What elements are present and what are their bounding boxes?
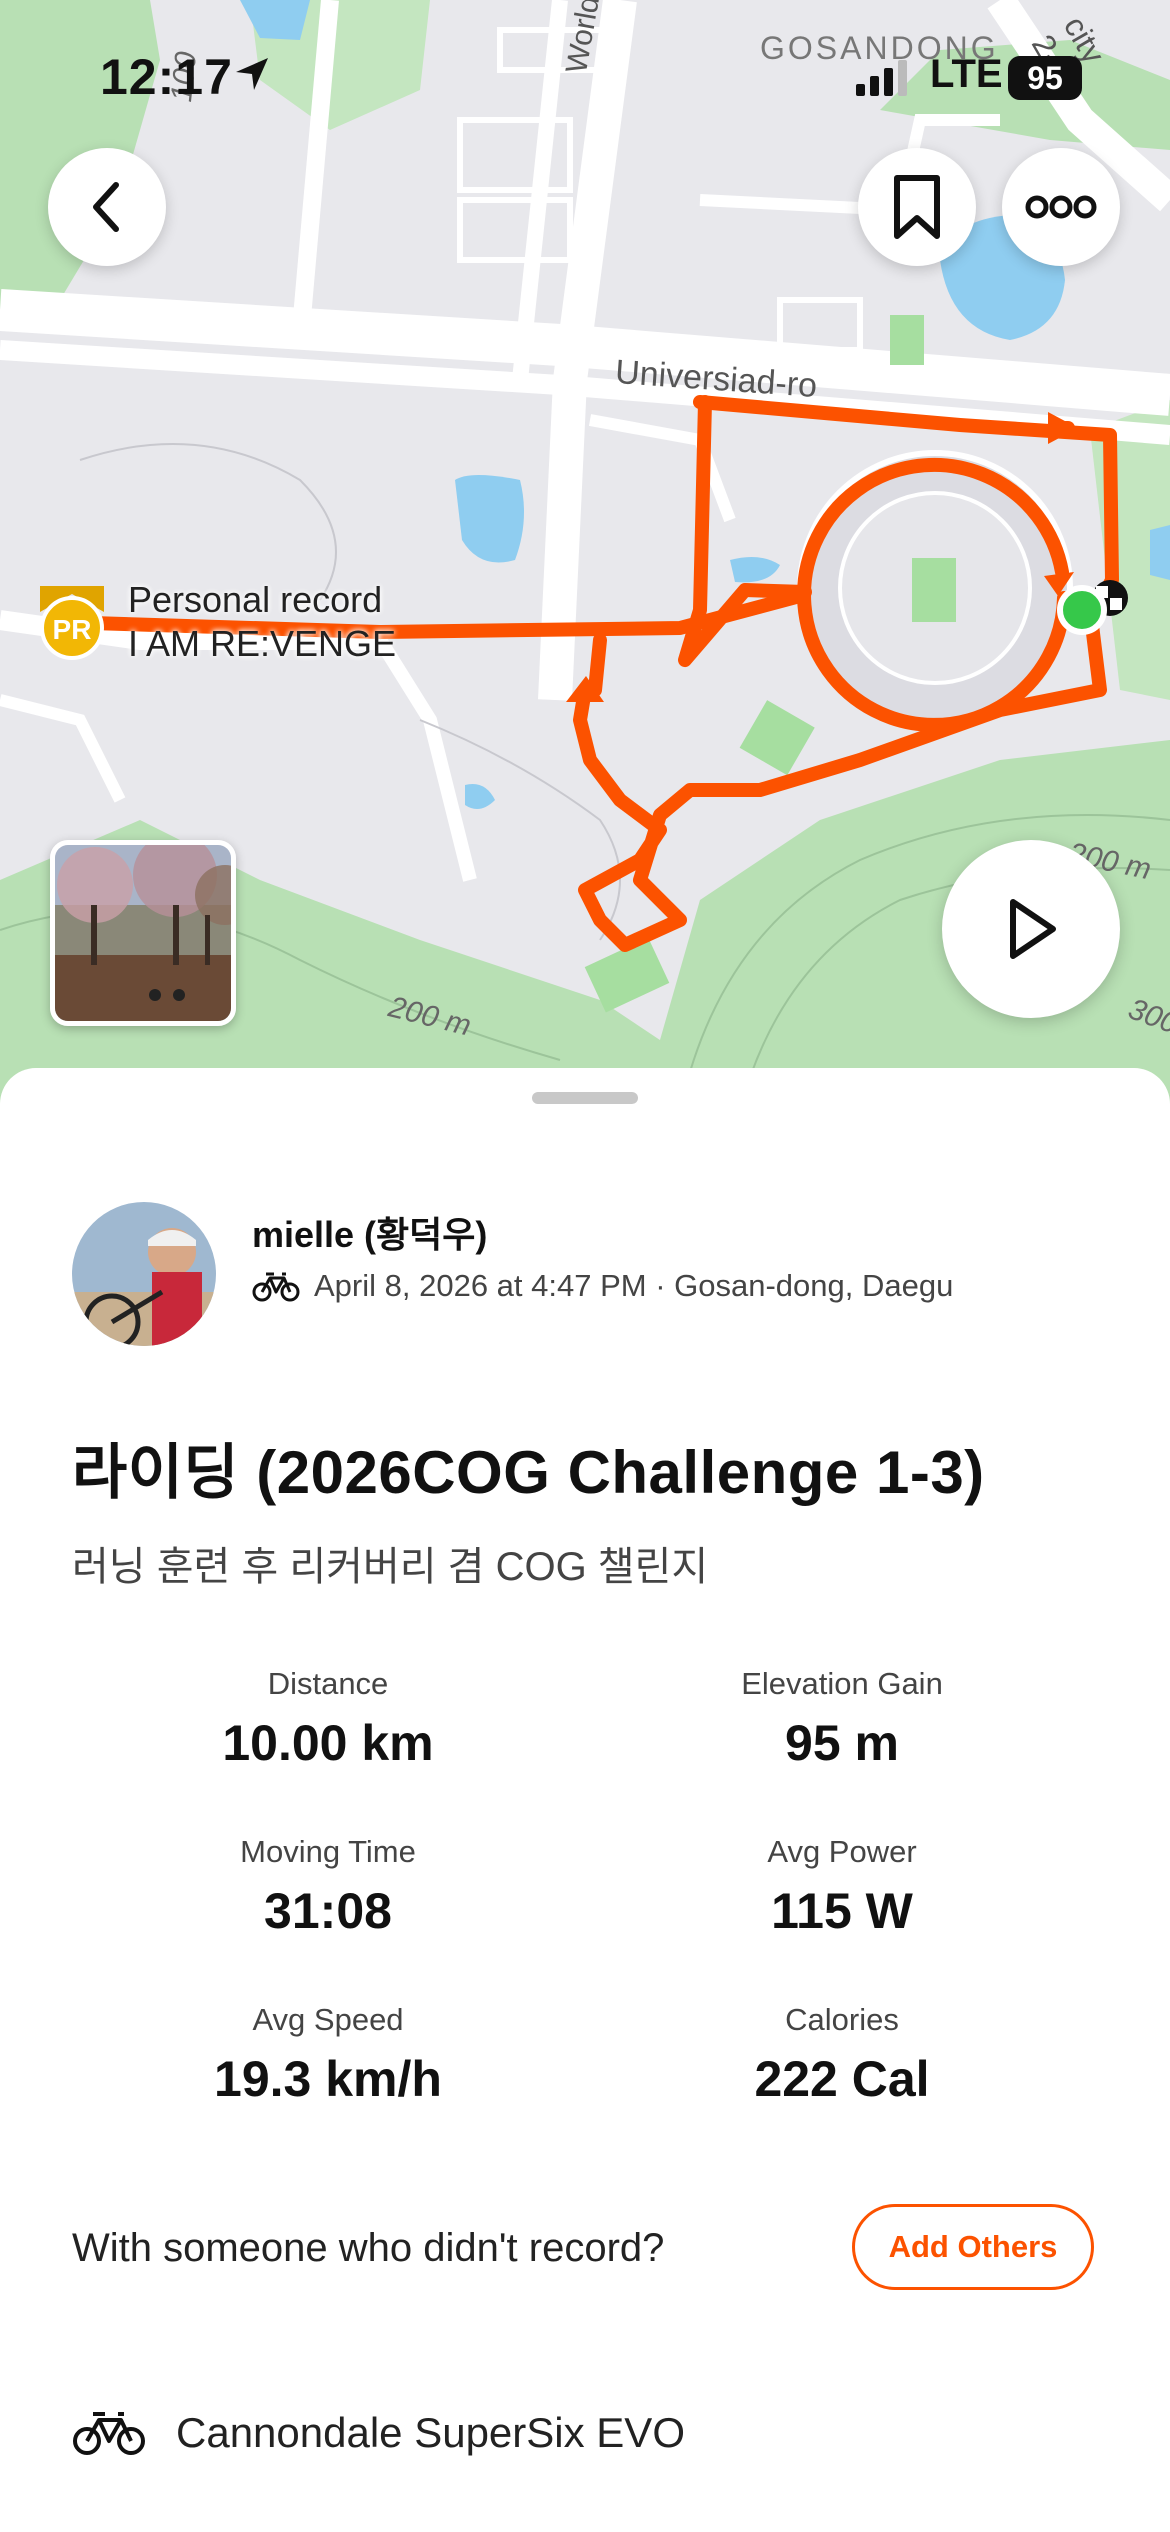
stat-label: Elevation Gain <box>741 1666 943 1701</box>
stat-value: 115 W <box>771 1883 913 1939</box>
pr-segment-name: I AM RE:VENGE <box>128 623 397 664</box>
stat-value: 19.3 km/h <box>214 2051 442 2107</box>
play-flyby-button[interactable] <box>942 840 1120 1018</box>
stat-label: Moving Time <box>240 1834 416 1869</box>
stat-value: 95 m <box>785 1715 899 1771</box>
stat-distance: Distance 10.00 km <box>118 1666 538 1772</box>
avatar[interactable] <box>72 1202 216 1346</box>
add-others-prompt: With someone who didn't record? <box>72 2226 665 2270</box>
activity-title: 라이딩 (2026COG Challenge 1-3) <box>72 1439 985 1506</box>
stat-value: 31:08 <box>264 1883 392 1939</box>
signal-strength-icon <box>856 60 907 96</box>
stat-label: Distance <box>267 1666 389 1701</box>
bike-icon <box>73 2412 145 2455</box>
play-icon <box>1010 899 1056 959</box>
stat-calories: Calories 222 Cal <box>632 2002 1052 2108</box>
more-options-button[interactable] <box>1002 148 1120 266</box>
back-button[interactable] <box>48 148 166 266</box>
stat-label: Calories <box>785 2002 899 2037</box>
stat-avg-power: Avg Power 115 W <box>632 1834 1052 1940</box>
start-marker <box>1057 585 1107 635</box>
network-type: LTE <box>930 52 1003 96</box>
sheet-drag-handle[interactable] <box>532 1092 638 1104</box>
stat-value: 10.00 km <box>222 1715 434 1771</box>
gear-row[interactable]: Cannondale SuperSix EVO <box>72 2408 685 2458</box>
bookmark-icon <box>894 175 940 239</box>
battery-level: 95 <box>1008 56 1082 100</box>
stat-value: 222 Cal <box>754 2051 930 2107</box>
pr-badge-text: PR <box>53 614 92 645</box>
activity-photo-thumbnail[interactable] <box>50 840 236 1026</box>
status-bar: 12:17 LTE 95 <box>0 0 1170 150</box>
stat-moving-time: Moving Time 31:08 <box>118 1834 538 1940</box>
activity-meta: April 8, 2026 at 4:47 PM · Gosan-dong, D… <box>252 1268 953 1304</box>
location-arrow-icon <box>236 58 268 90</box>
stat-label: Avg Speed <box>252 2002 404 2037</box>
bike-icon <box>252 1272 300 1302</box>
add-others-button[interactable]: Add Others <box>852 2204 1094 2290</box>
athlete-name[interactable]: mielle (황덕우) <box>252 1206 487 1258</box>
pr-label[interactable]: Personal record I AM RE:VENGE <box>128 578 396 666</box>
pr-title: Personal record <box>128 579 383 620</box>
more-horizontal-icon <box>1025 195 1097 219</box>
chevron-left-icon <box>93 182 119 232</box>
activity-date-location: April 8, 2026 at 4:47 PM · Gosan-dong, D… <box>314 1268 954 1303</box>
stat-elevation-gain: Elevation Gain 95 m <box>632 1666 1052 1772</box>
stat-label: Avg Power <box>767 1834 917 1869</box>
activity-details-sheet: mielle (황덕우) April 8, 2026 at 4:47 PM · … <box>0 1068 1170 2532</box>
save-route-button[interactable] <box>858 148 976 266</box>
pr-badge-icon[interactable]: PR <box>36 582 108 667</box>
gear-name: Cannondale SuperSix EVO <box>176 2409 685 2456</box>
status-time: 12:17 <box>100 49 233 105</box>
stat-avg-speed: Avg Speed 19.3 km/h <box>118 2002 538 2108</box>
activity-description: 러닝 훈련 후 리커버리 겸 COG 챌린지 <box>72 1545 709 1589</box>
